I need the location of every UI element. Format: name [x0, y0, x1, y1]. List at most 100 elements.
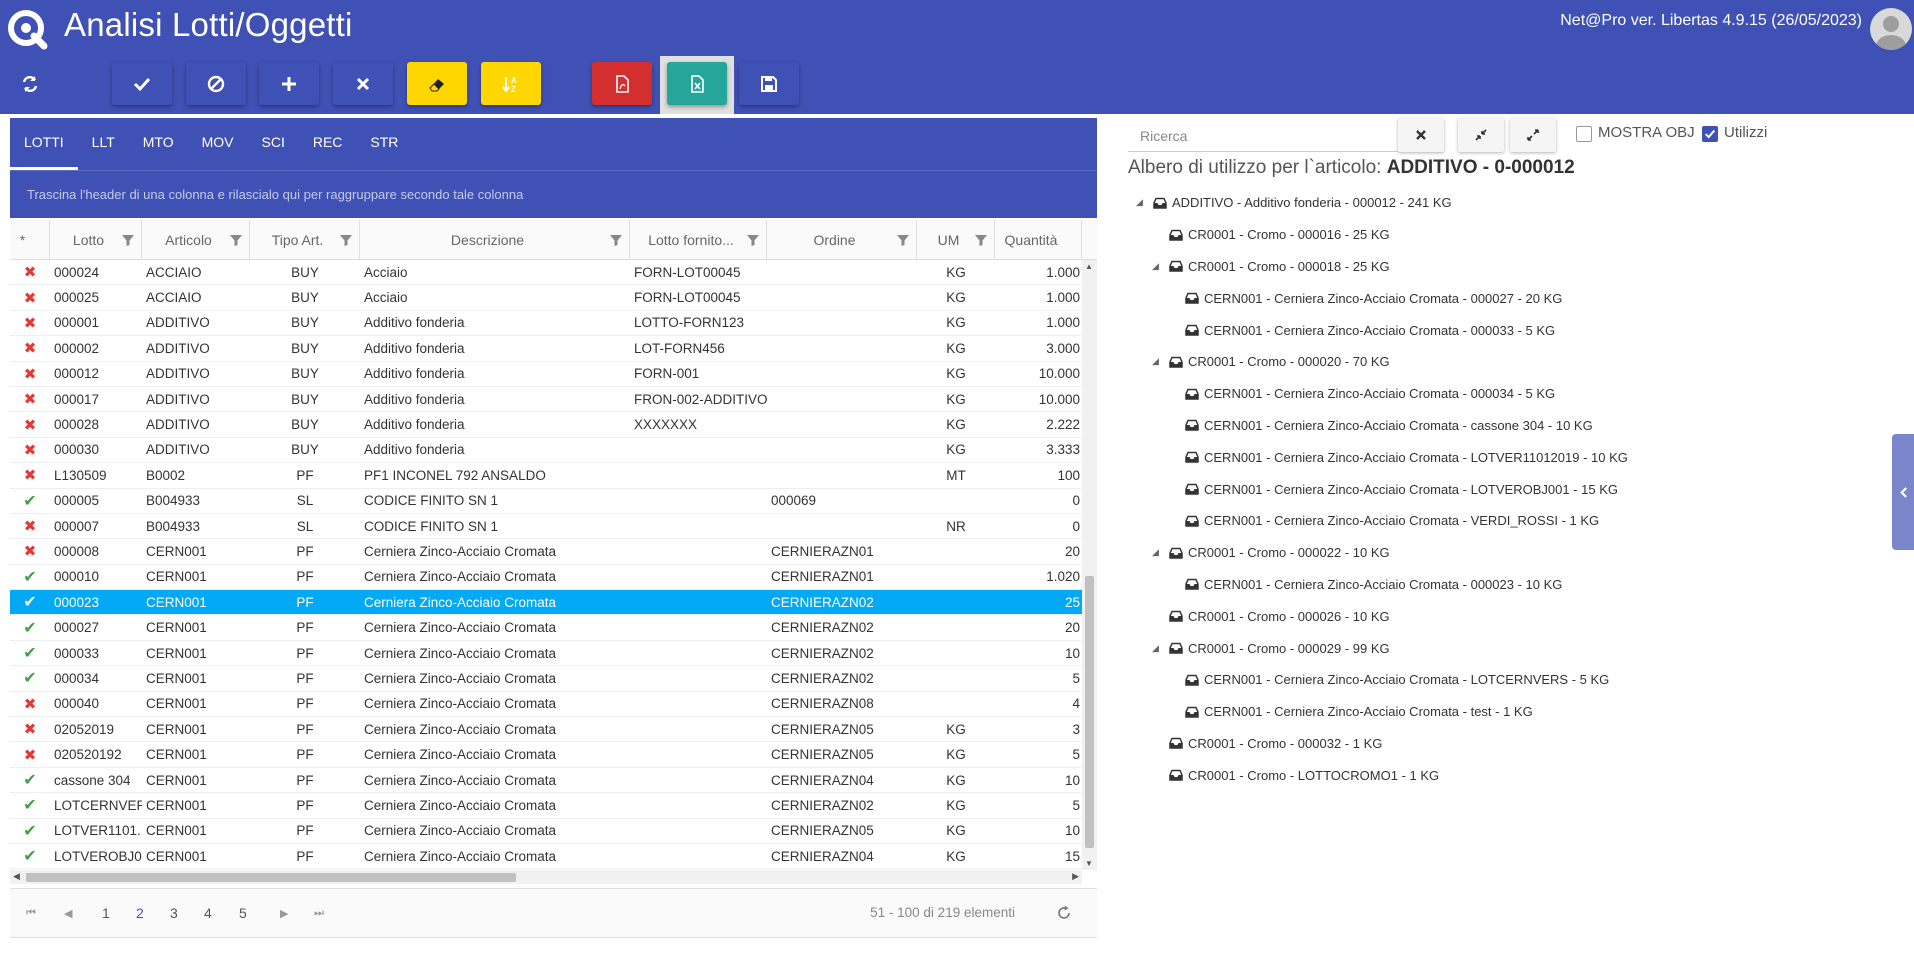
- table-row[interactable]: ✖ 000024 ACCIAIO BUY Acciaio FORN-LOT00045 KG 1…: [10, 260, 1082, 286]
- last-page-icon[interactable]: ⏭: [314, 907, 324, 920]
- tab-str[interactable]: STR: [356, 118, 412, 170]
- user-avatar[interactable]: [1870, 8, 1912, 50]
- side-panel-toggle[interactable]: [1892, 434, 1914, 550]
- tab-mov[interactable]: MOV: [188, 118, 248, 170]
- table-row[interactable]: ✔ 000010 CERN001 PF Cerniera Zinco-Acciaio C…: [10, 565, 1082, 591]
- filter-icon[interactable]: [229, 233, 243, 247]
- group-by-panel[interactable]: Trascina l'header di una colonna e rilas…: [10, 170, 1097, 218]
- tree-node[interactable]: CERN001 - Cerniera Zinco-Acciaio Cromata…: [1128, 664, 1868, 696]
- refresh-button[interactable]: [8, 62, 52, 105]
- mostra-obj-checkbox[interactable]: [1576, 126, 1592, 142]
- tree-node[interactable]: ◢ CR0001 - Cromo - 000029 - 99 KG: [1128, 632, 1868, 664]
- horizontal-scrollbar[interactable]: ◀ ▶: [10, 870, 1082, 884]
- column-header-7[interactable]: UM: [917, 220, 995, 260]
- tree-toggle-icon[interactable]: ◢: [1152, 261, 1162, 272]
- horizontal-scroll-thumb[interactable]: [26, 873, 516, 882]
- next-page-icon[interactable]: ▶: [280, 907, 288, 920]
- tree-node[interactable]: CERN001 - Cerniera Zinco-Acciaio Cromata…: [1128, 473, 1868, 505]
- column-header-6[interactable]: Ordine: [767, 220, 917, 260]
- column-header-1[interactable]: Lotto: [50, 220, 142, 260]
- table-row[interactable]: ✖ 000002 ADDITIVO BUY Additivo fonderia LOT-F…: [10, 336, 1082, 362]
- tree-node[interactable]: ◢ CR0001 - Cromo - 000020 - 70 KG: [1128, 346, 1868, 378]
- filter-icon[interactable]: [339, 233, 353, 247]
- table-row[interactable]: ✔ LOTVER1101... CERN001 PF Cerniera Zinco-Ac…: [10, 819, 1082, 844]
- page-3-link[interactable]: 3: [170, 905, 178, 921]
- table-row[interactable]: ✖ 000007 B004933 SL CODICE FINITO SN 1 NR 0: [10, 514, 1082, 540]
- table-row[interactable]: ✖ 000028 ADDITIVO BUY Additivo fonderia XXXXX…: [10, 412, 1082, 438]
- table-row[interactable]: ✔ LOTCERNVERSCERN001 PF Cerniera Zinco-Acci…: [10, 793, 1082, 819]
- export-excel-button[interactable]: [667, 62, 727, 105]
- expand-tree-button[interactable]: [1510, 118, 1556, 152]
- utilizzi-checkbox[interactable]: [1702, 126, 1718, 142]
- column-header-4[interactable]: Descrizione: [360, 220, 630, 260]
- clear-filters-button[interactable]: [407, 62, 467, 105]
- column-header-3[interactable]: Tipo Art.: [250, 220, 360, 260]
- filter-icon[interactable]: [746, 233, 760, 247]
- table-row[interactable]: ✖ 000025 ACCIAIO BUY Acciaio FORN-LOT00045 KG 1…: [10, 285, 1082, 311]
- collapse-tree-button[interactable]: [1458, 118, 1504, 152]
- page-5-link[interactable]: 5: [239, 905, 247, 921]
- table-row[interactable]: ✔ cassone 304 CERN001 PF Cerniera Zinco-Acci…: [10, 768, 1082, 794]
- table-row[interactable]: ✔ 000023 CERN001 PF Cerniera Zinco-Acciaio C…: [10, 590, 1082, 616]
- save-button[interactable]: [739, 62, 799, 105]
- table-row[interactable]: ✔ 000027 CERN001 PF Cerniera Zinco-Acciaio C…: [10, 615, 1082, 641]
- clear-search-button[interactable]: [1398, 118, 1444, 152]
- scroll-up-icon[interactable]: ▲: [1085, 262, 1093, 271]
- page-4-link[interactable]: 4: [204, 905, 212, 921]
- column-header-2[interactable]: Articolo: [142, 220, 250, 260]
- tree-toggle-icon[interactable]: ◢: [1152, 547, 1162, 558]
- tree-node[interactable]: CERN001 - Cerniera Zinco-Acciaio Cromata…: [1128, 314, 1868, 346]
- tab-mto[interactable]: MTO: [129, 118, 188, 170]
- scroll-left-icon[interactable]: ◀: [13, 871, 20, 882]
- table-row[interactable]: ✖ 000012 ADDITIVO BUY Additivo fonderia FORN-…: [10, 362, 1082, 387]
- tab-rec[interactable]: REC: [299, 118, 357, 170]
- table-row[interactable]: ✖ 000040 CERN001 PF Cerniera Zinco-Acciaio C…: [10, 692, 1082, 718]
- tree-node[interactable]: CERN001 - Cerniera Zinco-Acciaio Cromata…: [1128, 505, 1868, 537]
- prev-page-icon[interactable]: ◀: [64, 907, 72, 920]
- filter-icon[interactable]: [121, 233, 135, 247]
- add-button[interactable]: [259, 62, 319, 105]
- filter-icon[interactable]: [609, 233, 623, 247]
- tree-toggle-icon[interactable]: ◢: [1152, 356, 1162, 367]
- tab-llt[interactable]: LLT: [78, 118, 129, 170]
- filter-icon[interactable]: [896, 233, 910, 247]
- page-1-link[interactable]: 1: [102, 905, 110, 921]
- tree-node[interactable]: CERN001 - Cerniera Zinco-Acciaio Cromata…: [1128, 282, 1868, 314]
- page-2-link[interactable]: 2: [136, 905, 144, 921]
- tree-node[interactable]: CR0001 - Cromo - LOTTOCROMO1 - 1 KG: [1128, 759, 1868, 791]
- sort-button[interactable]: AZ: [481, 62, 541, 105]
- cancel-button[interactable]: [186, 62, 246, 105]
- first-page-icon[interactable]: ⏮: [26, 907, 36, 920]
- delete-button[interactable]: [333, 62, 393, 105]
- tree-node[interactable]: ◢ ADDITIVO - Additivo fonderia - 000012 -…: [1128, 187, 1868, 219]
- tree-node[interactable]: CR0001 - Cromo - 000032 - 1 KG: [1128, 728, 1868, 760]
- table-row[interactable]: ✖ 000017 ADDITIVO BUY Additivo fonderia FRON-…: [10, 387, 1082, 413]
- scroll-down-icon[interactable]: ▼: [1085, 859, 1093, 868]
- scroll-right-icon[interactable]: ▶: [1072, 871, 1079, 882]
- table-row[interactable]: ✖ 000008 CERN001 PF Cerniera Zinco-Acciaio C…: [10, 539, 1082, 565]
- tab-sci[interactable]: SCI: [248, 118, 299, 170]
- export-pdf-button[interactable]: [592, 62, 652, 105]
- filter-icon[interactable]: [974, 233, 988, 247]
- tree-node[interactable]: CR0001 - Cromo - 000026 - 10 KG: [1128, 600, 1868, 632]
- table-row[interactable]: ✖ L130509 B0002 PF PF1 INCONEL 792 ANSALDO MT…: [10, 463, 1082, 489]
- column-header-0[interactable]: *: [10, 220, 50, 260]
- tree-toggle-icon[interactable]: ◢: [1136, 197, 1146, 208]
- column-header-8[interactable]: Quantità: [995, 220, 1082, 260]
- tree-node[interactable]: ◢ CR0001 - Cromo - 000022 - 10 KG: [1128, 537, 1868, 569]
- table-row[interactable]: ✔ LOTVEROBJ0...CERN001 PF Cerniera Zinco-Ac…: [10, 844, 1082, 870]
- tree-node[interactable]: CR0001 - Cromo - 000016 - 25 KG: [1128, 219, 1868, 251]
- tree-search-input[interactable]: Ricerca: [1128, 120, 1398, 152]
- vertical-scrollbar[interactable]: ▲ ▼: [1082, 260, 1097, 870]
- tree-node[interactable]: CERN001 - Cerniera Zinco-Acciaio Cromata…: [1128, 378, 1868, 410]
- tree-node[interactable]: CERN001 - Cerniera Zinco-Acciaio Cromata…: [1128, 696, 1868, 728]
- tree-toggle-icon[interactable]: ◢: [1152, 643, 1162, 654]
- vertical-scroll-thumb[interactable]: [1085, 576, 1094, 848]
- reload-icon[interactable]: [1055, 904, 1073, 922]
- confirm-button[interactable]: [112, 62, 172, 105]
- tree-node[interactable]: CERN001 - Cerniera Zinco-Acciaio Cromata…: [1128, 441, 1868, 473]
- tree-node[interactable]: CERN001 - Cerniera Zinco-Acciaio Cromata…: [1128, 410, 1868, 442]
- table-row[interactable]: ✖ 02052019 CERN001 PF Cerniera Zinco-Acciaio…: [10, 717, 1082, 743]
- tab-lotti[interactable]: LOTTI: [10, 118, 78, 170]
- tree-node[interactable]: CERN001 - Cerniera Zinco-Acciaio Cromata…: [1128, 569, 1868, 601]
